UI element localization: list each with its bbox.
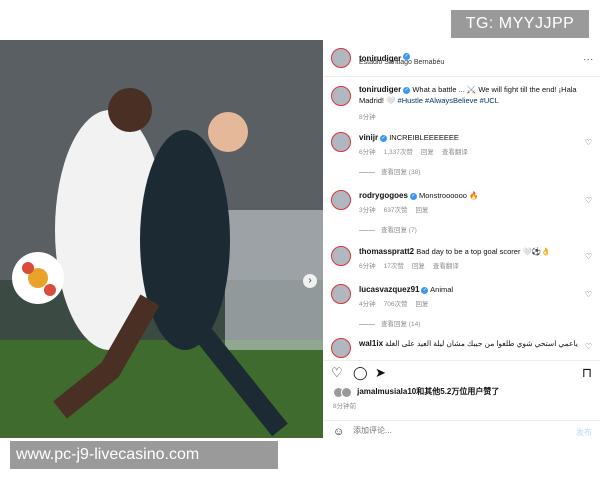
post-comment-button[interactable]: 发布 [576, 427, 592, 438]
comment-username[interactable]: wal1ix [359, 339, 383, 348]
likes-summary[interactable]: jamalmusiala10和其他5.2万位用户赞了 [333, 386, 499, 398]
share-send-icon[interactable]: ➤ [375, 365, 386, 381]
view-replies-label: 查看回复 (38) [381, 169, 421, 176]
comment-body: ياعمي استحي شوي طلعوا من جيبك مشان ليلة … [385, 339, 578, 348]
watermark-url: www.pc-j9-livecasino.com [10, 441, 278, 469]
watermark-tg: TG: MYYJJPP [451, 10, 589, 38]
comment-body: Bad day to be a top goal scorer 🤍⚽👌 [416, 247, 551, 256]
comment-meta: 3分钟 637次赞 回复 [359, 204, 436, 214]
comment-time: 4分钟 [359, 301, 376, 308]
action-bar: ♡ ◯ ➤ ⊓ [323, 360, 600, 385]
bookmark-icon[interactable]: ⊓ [582, 365, 592, 381]
caption-time: 8分钟 [359, 114, 376, 121]
comment-bubble-icon[interactable]: ◯ [353, 365, 368, 381]
comment-likes[interactable]: 17次赞 [384, 263, 404, 270]
caption-text: tonirudiger ✓ What a battle ... ⚔️ We wil… [359, 84, 595, 106]
comment-time: 6分钟 [359, 149, 376, 156]
like-comment-heart-icon[interactable]: ♡ [585, 196, 592, 205]
translate-button[interactable]: 查看翻译 [433, 263, 459, 270]
comment-time: 3分钟 [359, 207, 376, 214]
comment-text: lucasvazquez91 ✓ Animal [359, 284, 453, 295]
verified-icon: ✓ [421, 286, 429, 294]
view-replies[interactable]: 查看回复 (38) [359, 166, 420, 176]
comment-likes[interactable]: 706次赞 [384, 301, 408, 308]
avatar[interactable] [331, 86, 351, 106]
verified-icon: ✓ [409, 192, 417, 200]
comment-meta: 6分钟 1,337次赞 回复 查看翻译 [359, 146, 476, 156]
comment-meta: 4分钟 706次赞 回复 [359, 298, 436, 308]
view-replies[interactable]: 查看回复 (14) [359, 318, 420, 328]
reply-button[interactable]: 回复 [415, 301, 428, 308]
caption-username[interactable]: tonirudiger [359, 85, 401, 94]
comment-username[interactable]: lucasvazquez91 [359, 285, 419, 294]
comment-item: wal1ix ياعمي استحي شوي طلعوا من جيبك مشا… [323, 336, 600, 358]
more-options-icon[interactable]: ... [583, 52, 594, 62]
view-replies-label: 查看回复 (7) [381, 227, 417, 234]
comment-likes[interactable]: 637次赞 [384, 207, 408, 214]
comment-input[interactable] [353, 426, 533, 435]
like-comment-heart-icon[interactable]: ♡ [585, 290, 592, 299]
avatar[interactable] [331, 338, 351, 358]
likes-user[interactable]: jamalmusiala10 [357, 387, 416, 396]
post-time: 8分钟前 [333, 403, 357, 410]
verified-icon: ✓ [403, 86, 411, 94]
translate-button[interactable]: 查看翻译 [442, 149, 468, 156]
view-replies-label: 查看回复 (14) [381, 321, 421, 328]
comment-text: thomasspratt2 Bad day to be a top goal s… [359, 246, 551, 257]
comment-username[interactable]: rodrygogoes [359, 191, 408, 200]
header-location[interactable]: Estadio Santiago Bernabéu [359, 59, 444, 66]
emoji-icon[interactable]: ☺ [333, 426, 344, 438]
comment-text: rodrygogoes ✓ Monstroooooo 🔥 [359, 190, 478, 201]
post-header: tonirudiger ✓ Estadio Santiago Bernabéu .… [323, 40, 600, 77]
verified-icon: ✓ [380, 134, 388, 142]
like-heart-icon[interactable]: ♡ [331, 365, 343, 381]
next-image-icon[interactable]: › [303, 274, 317, 288]
view-replies[interactable]: 查看回复 (7) [359, 224, 417, 234]
like-comment-heart-icon[interactable]: ♡ [585, 342, 592, 351]
comment-text: wal1ix ياعمي استحي شوي طلعوا من جيبك مشا… [359, 338, 581, 349]
avatar[interactable] [331, 246, 351, 266]
post-photo[interactable]: ● › [0, 40, 323, 438]
comment-likes[interactable]: 1,337次赞 [384, 149, 413, 156]
avatar[interactable] [331, 48, 351, 68]
reply-button[interactable]: 回复 [415, 207, 428, 214]
comment-text: vinijr ✓ INCREIBLEEEEEEE [359, 132, 459, 143]
like-comment-heart-icon[interactable]: ♡ [585, 252, 592, 261]
avatar[interactable] [331, 190, 351, 210]
reply-button[interactable]: 回复 [412, 263, 425, 270]
comment-body: INCREIBLEEEEEEE [389, 133, 459, 142]
caption-hashtags[interactable]: #Hustle #AlwaysBelieve #UCL [398, 96, 499, 105]
liker-avatar [341, 386, 352, 398]
comment-time: 6分钟 [359, 263, 376, 270]
comment-composer: ☺ 发布 [323, 420, 600, 443]
comment-body: Animal [430, 285, 454, 294]
comments-panel: tonirudiger ✓ Estadio Santiago Bernabéu .… [323, 40, 600, 440]
comment-body: Monstroooooo 🔥 [419, 191, 479, 200]
avatar[interactable] [331, 132, 351, 152]
comment-meta: 6分钟 17次赞 回复 查看翻译 [359, 260, 467, 270]
reply-button[interactable]: 回复 [421, 149, 434, 156]
comment-username[interactable]: vinijr [359, 133, 378, 142]
likes-rest[interactable]: 和其他5.2万位用户赞了 [416, 387, 499, 396]
avatar[interactable] [331, 284, 351, 304]
comment-username[interactable]: thomasspratt2 [359, 247, 414, 256]
like-comment-heart-icon[interactable]: ♡ [585, 138, 592, 147]
